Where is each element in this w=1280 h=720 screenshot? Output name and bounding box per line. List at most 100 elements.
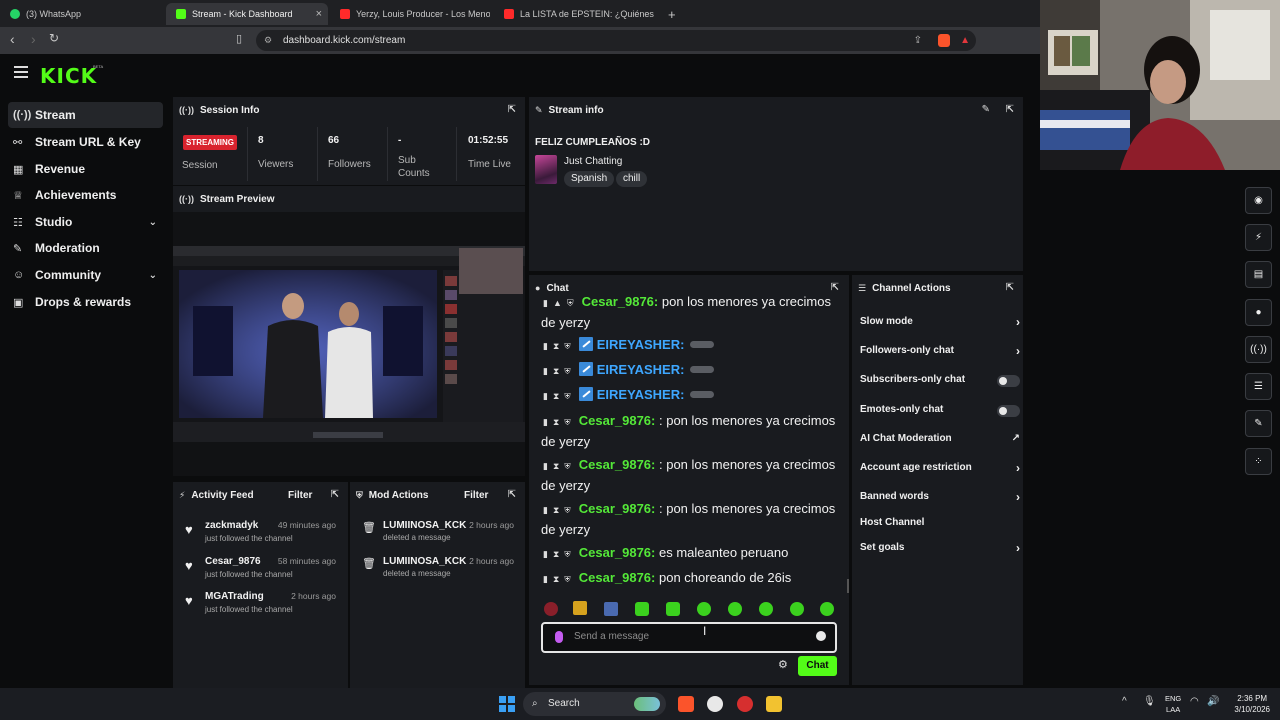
emote-icon[interactable] <box>820 602 834 616</box>
chat-username[interactable]: EIREYASHER: <box>597 362 685 377</box>
wrench-icon[interactable]: ✎ <box>1245 410 1272 437</box>
broadcast-icon[interactable]: ((·)) <box>1245 336 1272 363</box>
wifi-icon[interactable]: ◠ <box>1190 696 1199 707</box>
subscribers-only-toggle[interactable] <box>997 375 1020 387</box>
forward-icon[interactable]: › <box>31 31 36 47</box>
file-explorer-icon[interactable] <box>766 696 782 712</box>
emote-icon[interactable] <box>666 602 680 616</box>
sidebar-item-achievements[interactable]: ♕ Achievements <box>8 182 163 208</box>
ai-chat-moderation-row[interactable]: AI Chat Moderation ↗ <box>860 429 1020 449</box>
chevron-up-icon[interactable]: ^ <box>1122 696 1127 707</box>
camera-icon[interactable]: ◉ <box>1245 187 1272 214</box>
set-goals-row[interactable]: Set goals › <box>860 538 1020 558</box>
category-thumbnail[interactable] <box>535 155 557 184</box>
chat-username[interactable]: Cesar_9876: <box>579 457 656 472</box>
close-tab-icon[interactable]: × <box>316 8 322 20</box>
chat-input[interactable] <box>574 631 794 642</box>
sidebar-item-studio[interactable]: ☷ Studio ⌄ <box>8 209 163 235</box>
stream-category[interactable]: Just Chatting <box>564 156 622 167</box>
send-chat-button[interactable]: Chat <box>798 656 837 676</box>
chat-username[interactable]: EIREYASHER: <box>597 337 685 352</box>
reload-icon[interactable]: ↻ <box>49 31 59 45</box>
tag-spanish[interactable]: Spanish <box>564 171 615 187</box>
back-icon[interactable]: ‹ <box>10 31 15 47</box>
windows-start-icon[interactable] <box>499 696 515 712</box>
activity-user[interactable]: Cesar_9876 <box>205 556 261 567</box>
mod-user[interactable]: LUMIINOSA_KCK <box>383 556 466 567</box>
app-icon[interactable] <box>737 696 753 712</box>
chat-bubble-icon[interactable]: ● <box>1245 299 1272 326</box>
chat-messages[interactable]: ▮▲⛨ Cesar_9876: pon los menores ya crecim… <box>529 295 841 595</box>
emoji-picker-icon[interactable] <box>816 631 826 641</box>
tab-kick-dashboard[interactable]: Stream - Kick Dashboard × <box>166 3 328 25</box>
popout-icon[interactable]: ⇱ <box>831 282 839 293</box>
sidebar-item-moderation[interactable]: ✎ Moderation <box>8 235 163 261</box>
tab-epstein-video[interactable]: La LISTA de EPSTEIN: ¿Quiénes están <box>494 3 654 25</box>
mod-user[interactable]: LUMIINOSA_KCK <box>383 520 466 531</box>
popout-icon[interactable]: ⇱ <box>508 489 516 500</box>
tab-whatsapp[interactable]: (3) WhatsApp <box>0 3 165 25</box>
clock[interactable]: 2:36 PM 3/10/2026 <box>1234 693 1270 715</box>
menu-icon[interactable] <box>14 66 28 78</box>
document-icon[interactable]: ▤ <box>1245 261 1272 288</box>
emote-icon[interactable] <box>573 601 587 615</box>
chatgpt-icon[interactable] <box>707 696 723 712</box>
chat-username[interactable]: Cesar_9876: <box>579 501 656 516</box>
taskbar-search[interactable]: ⌕ Search <box>523 692 666 716</box>
bolt-icon[interactable]: ⚡ <box>1245 224 1272 251</box>
url-field[interactable]: ⚙ dashboard.kick.com/stream ⇪ ▲ <box>256 30 976 51</box>
chat-username[interactable]: Cesar_9876: <box>582 295 659 309</box>
tag-chill[interactable]: chill <box>616 171 648 187</box>
emote-icon[interactable] <box>728 602 742 616</box>
banned-words-row[interactable]: Banned words › <box>860 487 1020 507</box>
chat-username[interactable]: Cesar_9876: <box>579 545 656 560</box>
host-channel-row[interactable]: Host Channel <box>860 513 1020 533</box>
tab-yerzy-video[interactable]: Yerzy, Louis Producer - Los Meno <box>330 3 490 25</box>
chat-username[interactable]: Cesar_9876: <box>579 570 656 585</box>
filter-button[interactable]: Filter <box>288 490 312 501</box>
sidebar-item-stream-url-key[interactable]: ⚯ Stream URL & Key <box>8 129 163 155</box>
filter-button[interactable]: Filter <box>464 490 488 501</box>
chat-username[interactable]: EIREYASHER: <box>597 387 685 402</box>
site-info-icon[interactable]: ⚙ <box>264 30 272 51</box>
popout-icon[interactable]: ⇱ <box>508 104 516 115</box>
language-indicator[interactable]: ENG LAA <box>1165 693 1181 715</box>
volume-icon[interactable]: 🔊 <box>1207 696 1219 707</box>
microphone-icon[interactable]: 🎙 <box>1143 696 1156 707</box>
sidebar-item-revenue[interactable]: ▦ Revenue <box>8 156 163 182</box>
chat-scrollbar[interactable] <box>847 579 849 593</box>
brave-rewards-icon[interactable]: ▲ <box>960 30 970 51</box>
followers-only-row[interactable]: Followers-only chat › <box>860 341 1020 361</box>
microphone-icon[interactable] <box>555 631 563 643</box>
kick-logo[interactable]: KICK <box>40 64 97 88</box>
brave-icon[interactable] <box>678 696 694 712</box>
popout-icon[interactable]: ⇱ <box>331 489 339 500</box>
activity-user[interactable]: MGATrading <box>205 591 264 602</box>
emote-icon[interactable] <box>759 602 773 616</box>
chat-username[interactable]: Cesar_9876: <box>579 413 656 428</box>
brave-shield-icon[interactable] <box>938 34 950 47</box>
gear-icon[interactable]: ⚙ <box>778 658 788 671</box>
emote-icon[interactable] <box>635 602 649 616</box>
bookmark-icon[interactable]: ▯ <box>236 32 242 45</box>
share-nodes-icon[interactable]: ⁘ <box>1245 448 1272 475</box>
emote-icon[interactable] <box>697 602 711 616</box>
activity-user[interactable]: zackmadyk <box>205 520 258 531</box>
emote-icon[interactable] <box>790 602 804 616</box>
new-tab-button[interactable]: + <box>658 3 678 25</box>
list-icon[interactable]: ☰ <box>1245 373 1272 400</box>
emotes-only-toggle[interactable] <box>997 405 1020 417</box>
popout-icon[interactable]: ⇱ <box>1006 104 1014 115</box>
sidebar-item-drops-rewards[interactable]: ▣ Drops & rewards <box>8 289 163 315</box>
emote-icon[interactable] <box>544 602 558 616</box>
popout-icon[interactable]: ⇱ <box>1006 282 1014 293</box>
slow-mode-row[interactable]: Slow mode › <box>860 312 1020 332</box>
emote-icon[interactable] <box>604 602 618 616</box>
sidebar-item-community[interactable]: ☺ Community ⌄ <box>8 262 163 288</box>
stream-preview-video[interactable] <box>173 246 525 442</box>
sidebar-item-stream[interactable]: ((·)) Stream <box>8 102 163 128</box>
chat-input-box[interactable] <box>541 622 837 653</box>
account-age-row[interactable]: Account age restriction › <box>860 458 1020 478</box>
edit-icon[interactable]: ✎ <box>982 104 990 115</box>
share-icon[interactable]: ⇪ <box>914 30 922 51</box>
